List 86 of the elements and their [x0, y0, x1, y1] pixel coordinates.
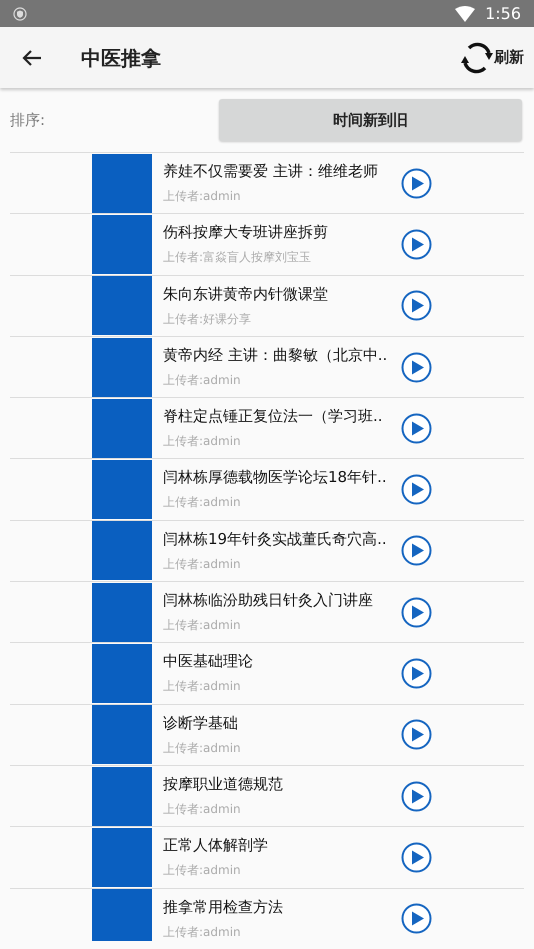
uploader-label: 上传者:admin: [163, 862, 242, 880]
sort-label: 排序:: [10, 110, 46, 131]
thumbnail: [92, 398, 152, 458]
play-button[interactable]: [401, 474, 432, 506]
play-icon: [401, 352, 432, 383]
video-list-item[interactable]: 闫林栋19年针灸实战董氏奇穴高.. 上传者:admin: [10, 520, 524, 582]
uploader-label: 上传者:admin: [163, 678, 242, 696]
play-button[interactable]: [401, 658, 432, 690]
back-arrow-icon: [22, 48, 42, 66]
play-button[interactable]: [401, 352, 432, 383]
uploader-label: 上传者:admin: [163, 188, 242, 205]
uploader-label: 上传者:admin: [163, 433, 242, 450]
play-icon: [401, 290, 432, 322]
video-title: 朱向东讲黄帝内针微课堂: [163, 284, 329, 305]
thumbnail: [92, 582, 152, 642]
uploader-label: 上传者:admin: [163, 372, 242, 389]
thumbnail: [92, 460, 152, 520]
video-list-item[interactable]: 推拿常用检查方法 上传者:admin: [10, 888, 524, 941]
status-time: 1:56: [485, 2, 521, 24]
play-icon: [401, 535, 432, 566]
video-list-item[interactable]: 脊柱定点锤正复位法一（学习班.. 上传者:admin: [10, 398, 524, 460]
video-list-item[interactable]: 正常人体解剖学 上传者:admin: [10, 827, 524, 889]
video-list-item[interactable]: 闫林栋临汾助残日针灸入门讲座 上传者:admin: [10, 582, 524, 644]
video-title: 黄帝内经 主讲：曲黎敏（北京中..: [163, 344, 388, 366]
play-button[interactable]: [401, 903, 432, 934]
video-list-item[interactable]: 养娃不仅需要爱 主讲：维维老师 上传者:admin: [10, 153, 524, 214]
play-icon: [401, 719, 432, 750]
sort-button[interactable]: 时间新到旧: [219, 99, 522, 141]
play-button[interactable]: [401, 168, 432, 199]
play-icon: [401, 412, 432, 444]
video-title: 推拿常用检查方法: [163, 896, 284, 918]
thumbnail: [92, 338, 152, 397]
play-icon: [401, 168, 432, 199]
uploader-label: 上传者:admin: [163, 924, 242, 941]
play-icon: [401, 780, 432, 812]
video-title: 闫林栋19年针灸实战董氏奇穴高..: [163, 528, 388, 550]
play-button[interactable]: [401, 228, 432, 260]
video-list-item[interactable]: 中医基础理论 上传者:admin: [10, 643, 524, 705]
page-title: 中医推拿: [81, 44, 161, 72]
uploader-label: 上传者:admin: [163, 556, 242, 573]
thumbnail: [92, 214, 152, 274]
video-title: 诊断学基础: [163, 712, 239, 734]
shield-icon: [13, 6, 27, 20]
uploader-label: 上传者:好课分享: [163, 310, 252, 328]
thumbnail: [92, 521, 152, 580]
play-icon: [401, 596, 432, 628]
video-list-item[interactable]: 朱向东讲黄帝内针微课堂 上传者:好课分享: [10, 276, 524, 337]
video-list-item[interactable]: 闫林栋厚德载物医学论坛18年针.. 上传者:admin: [10, 459, 524, 521]
video-list-item[interactable]: 黄帝内经 主讲：曲黎敏（北京中.. 上传者:admin: [10, 336, 524, 398]
video-title: 中医基础理论: [163, 651, 254, 672]
play-icon: [401, 658, 432, 690]
video-title: 脊柱定点锤正复位法一（学习班..: [163, 406, 384, 428]
video-list-item[interactable]: 诊断学基础 上传者:admin: [10, 704, 524, 766]
play-button[interactable]: [401, 719, 432, 750]
video-list-item[interactable]: 伤科按摩大专班讲座拆剪 上传者:富焱盲人按摩刘宝玉: [10, 214, 524, 276]
video-title: 正常人体解剖学: [163, 835, 269, 856]
play-button[interactable]: [401, 842, 432, 873]
video-title: 养娃不仅需要爱 主讲：维维老师: [163, 161, 379, 182]
play-icon: [401, 474, 432, 506]
play-icon: [401, 903, 432, 934]
thumbnail: [92, 705, 152, 764]
video-list-item[interactable]: 按摩职业道德规范 上传者:admin: [10, 766, 524, 828]
thumbnail: [92, 828, 152, 887]
uploader-label: 上传者:富焱盲人按摩刘宝玉: [163, 249, 312, 266]
video-title: 闫林栋临汾助残日针灸入门讲座: [163, 590, 374, 612]
uploader-label: 上传者:admin: [163, 800, 242, 818]
play-icon: [401, 842, 432, 873]
uploader-label: 上传者:admin: [163, 617, 242, 634]
wifi-icon: [455, 6, 476, 22]
thumbnail: [92, 766, 152, 826]
play-button[interactable]: [401, 535, 432, 566]
play-button[interactable]: [401, 780, 432, 812]
refresh-button[interactable]: 刷新: [460, 38, 524, 76]
video-title: 按摩职业道德规范: [163, 774, 284, 795]
thumbnail: [92, 889, 152, 941]
thumbnail: [92, 644, 152, 704]
play-button[interactable]: [401, 596, 432, 628]
uploader-label: 上传者:admin: [163, 740, 242, 757]
play-button[interactable]: [401, 290, 432, 322]
uploader-label: 上传者:admin: [163, 494, 242, 512]
thumbnail: [92, 154, 152, 213]
play-icon: [401, 228, 432, 260]
video-title: 伤科按摩大专班讲座拆剪: [163, 222, 329, 244]
thumbnail: [92, 276, 152, 336]
video-title: 闫林栋厚德载物医学论坛18年针..: [163, 467, 388, 488]
play-button[interactable]: [401, 412, 432, 444]
